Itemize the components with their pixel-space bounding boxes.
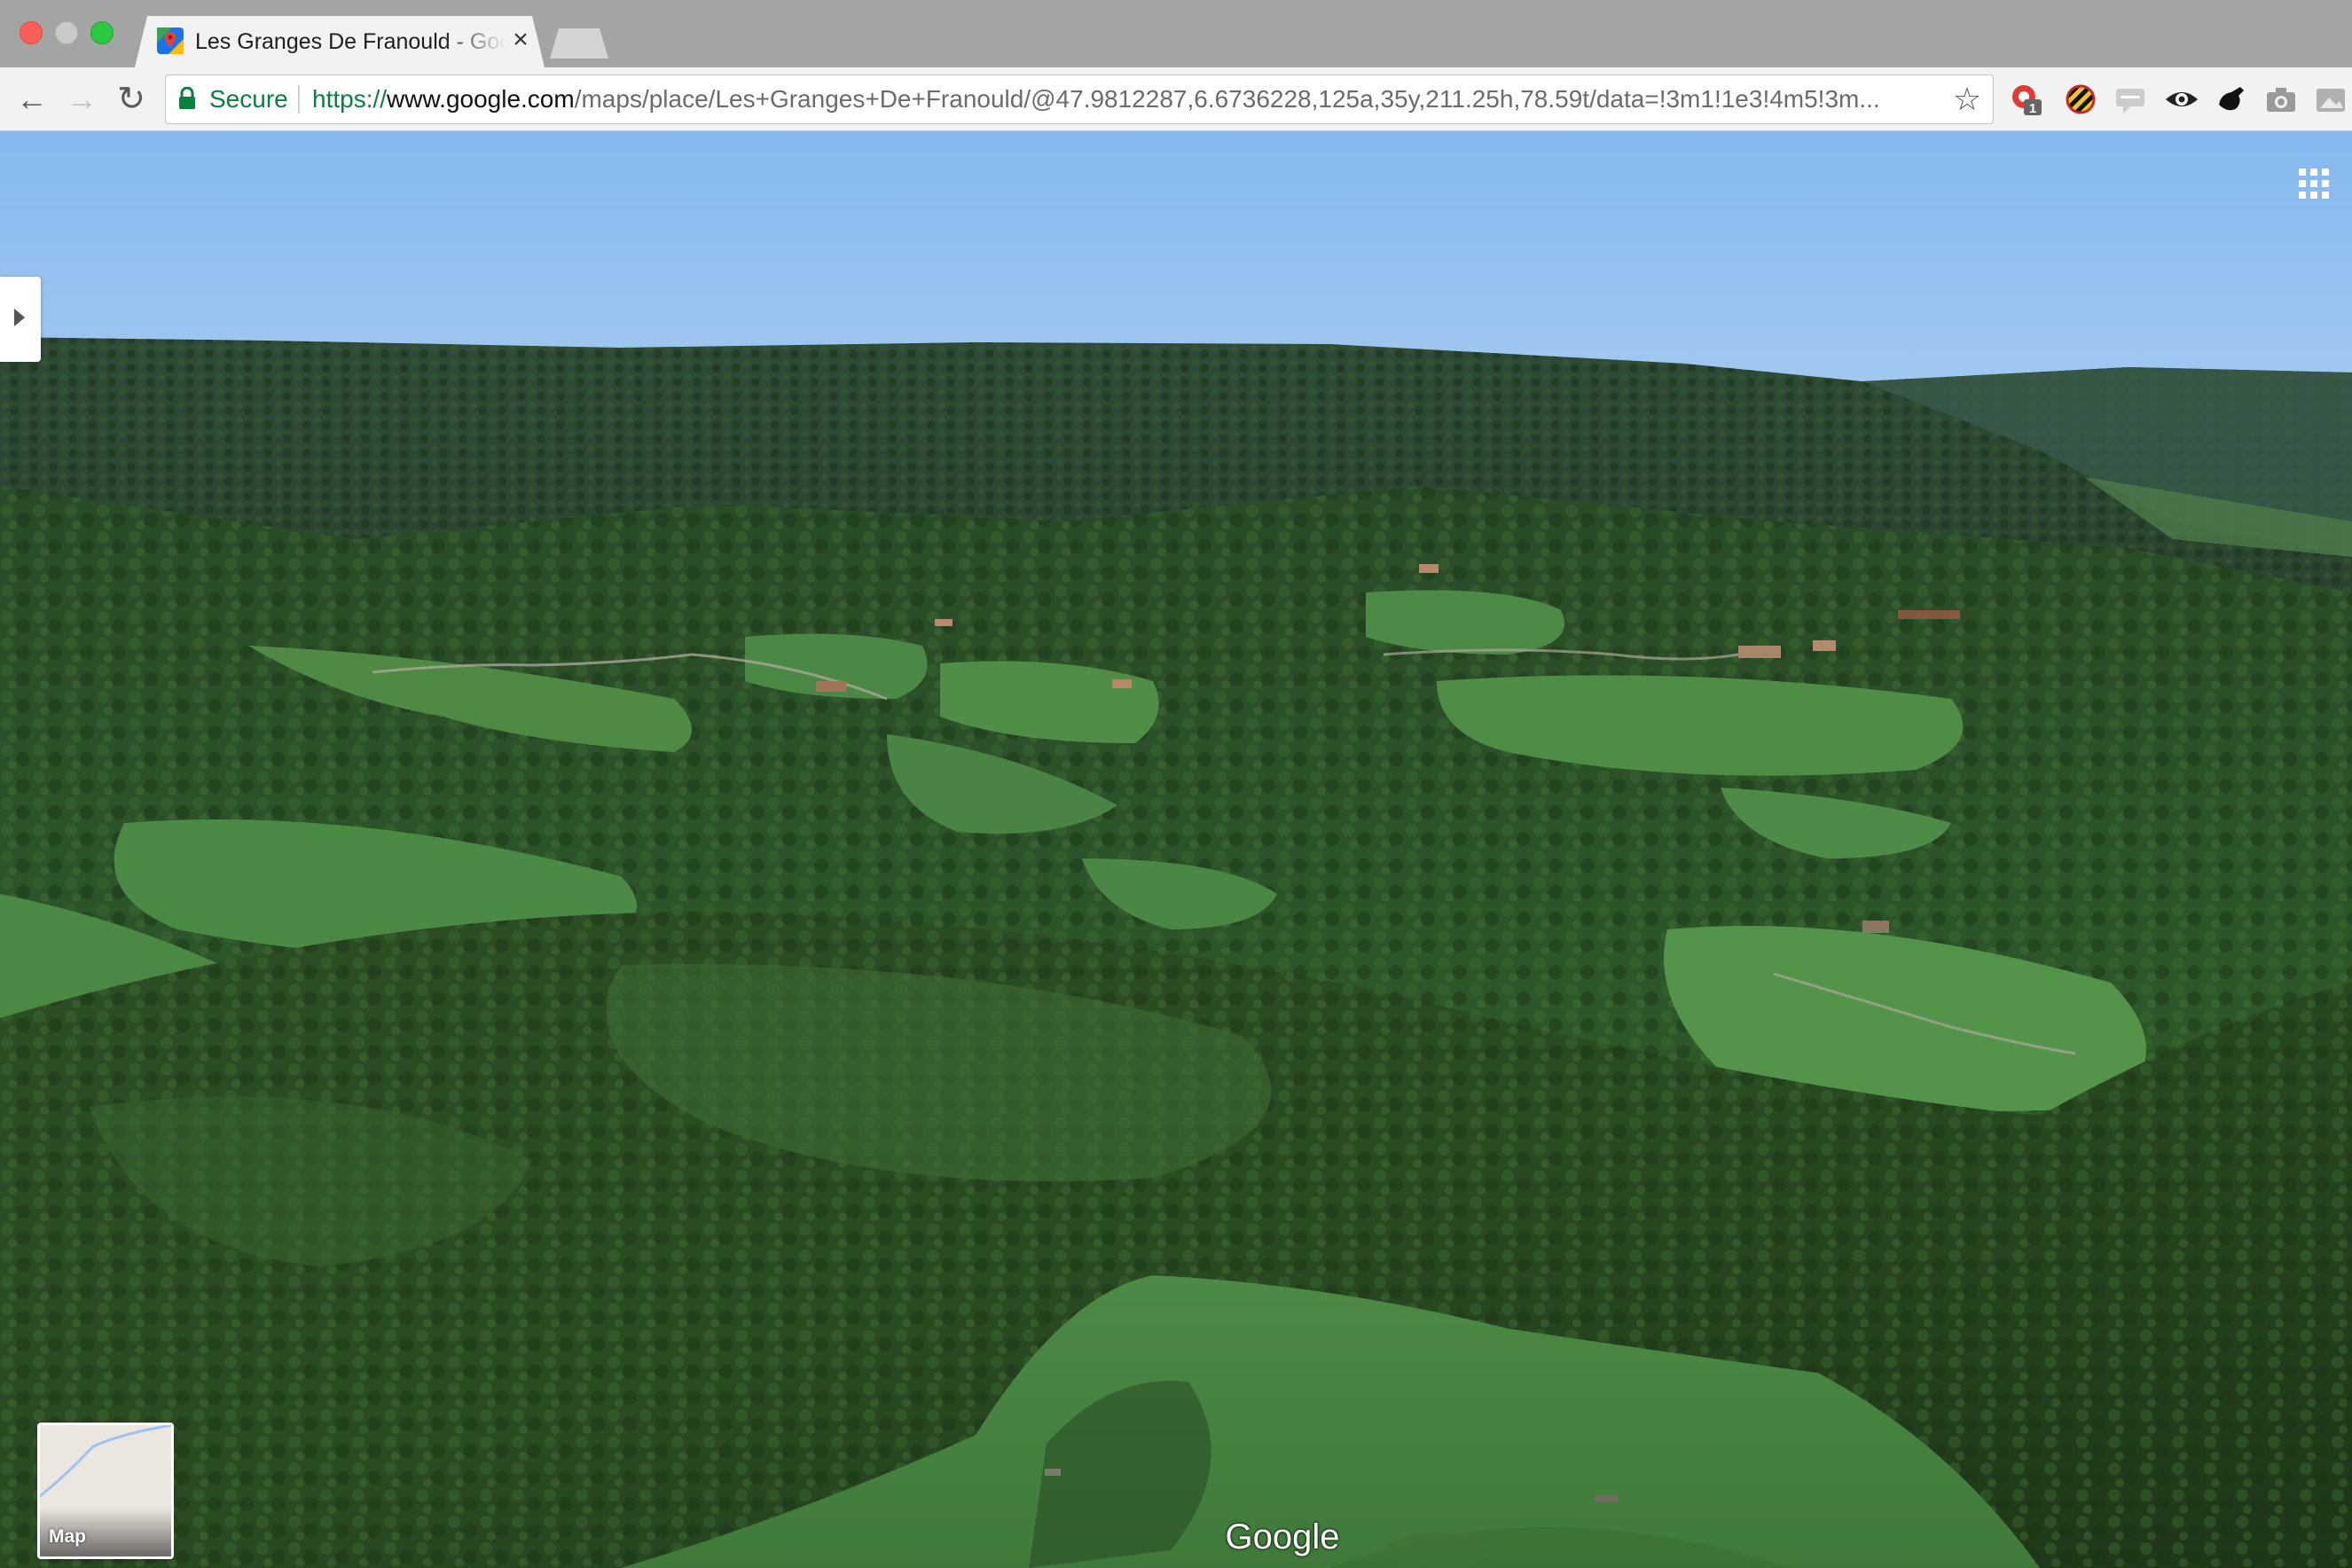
tab-title: Les Granges De Franould - Google Maps: [195, 29, 506, 54]
extension-eye-icon[interactable]: [2164, 82, 2199, 117]
secure-label[interactable]: Secure: [209, 82, 288, 117]
url-protocol: https://: [312, 85, 388, 113]
url-host: www.google.com: [387, 85, 575, 113]
extension-badge-icon[interactable]: 1: [2008, 82, 2043, 117]
extension-chat-icon[interactable]: [2113, 82, 2148, 117]
extension-stripes-icon[interactable]: [2063, 82, 2098, 117]
close-window-button[interactable]: [20, 21, 43, 44]
extension-hand-icon[interactable]: [2214, 82, 2249, 117]
extension-camera-icon[interactable]: [2263, 82, 2299, 117]
side-panel-toggle[interactable]: [0, 277, 41, 362]
expand-arrow-icon: [14, 309, 25, 326]
zoom-window-button[interactable]: [90, 21, 114, 44]
lock-icon: [179, 87, 195, 109]
url-separator: [298, 85, 300, 114]
forward-button[interactable]: →: [62, 80, 101, 119]
reload-button[interactable]: ↻: [112, 80, 151, 119]
map-layer-toggle[interactable]: Map: [37, 1423, 174, 1559]
url-path: /maps/place/Les+Granges+De+Franould/@47.…: [574, 85, 1880, 113]
map-canvas[interactable]: [0, 131, 2352, 1568]
extension-image-icon[interactable]: [2313, 82, 2348, 117]
bookmark-star-icon[interactable]: ☆: [1949, 80, 1985, 119]
google-logo: Google: [1225, 1517, 1340, 1556]
satellite-3d-scene: [0, 131, 2352, 1568]
tab-close-icon[interactable]: ×: [507, 25, 534, 55]
minimize-window-button[interactable]: [55, 21, 78, 44]
google-maps-icon: [157, 27, 184, 54]
new-tab-button[interactable]: [550, 28, 608, 59]
map-thumbnail-label: Map: [49, 1526, 86, 1547]
back-button[interactable]: ←: [12, 80, 51, 119]
apps-grid-icon[interactable]: [2299, 169, 2329, 199]
url-text[interactable]: https://www.google.com/maps/place/Les+Gr…: [312, 82, 1944, 117]
extension-badge-count: 1: [2029, 101, 2036, 116]
